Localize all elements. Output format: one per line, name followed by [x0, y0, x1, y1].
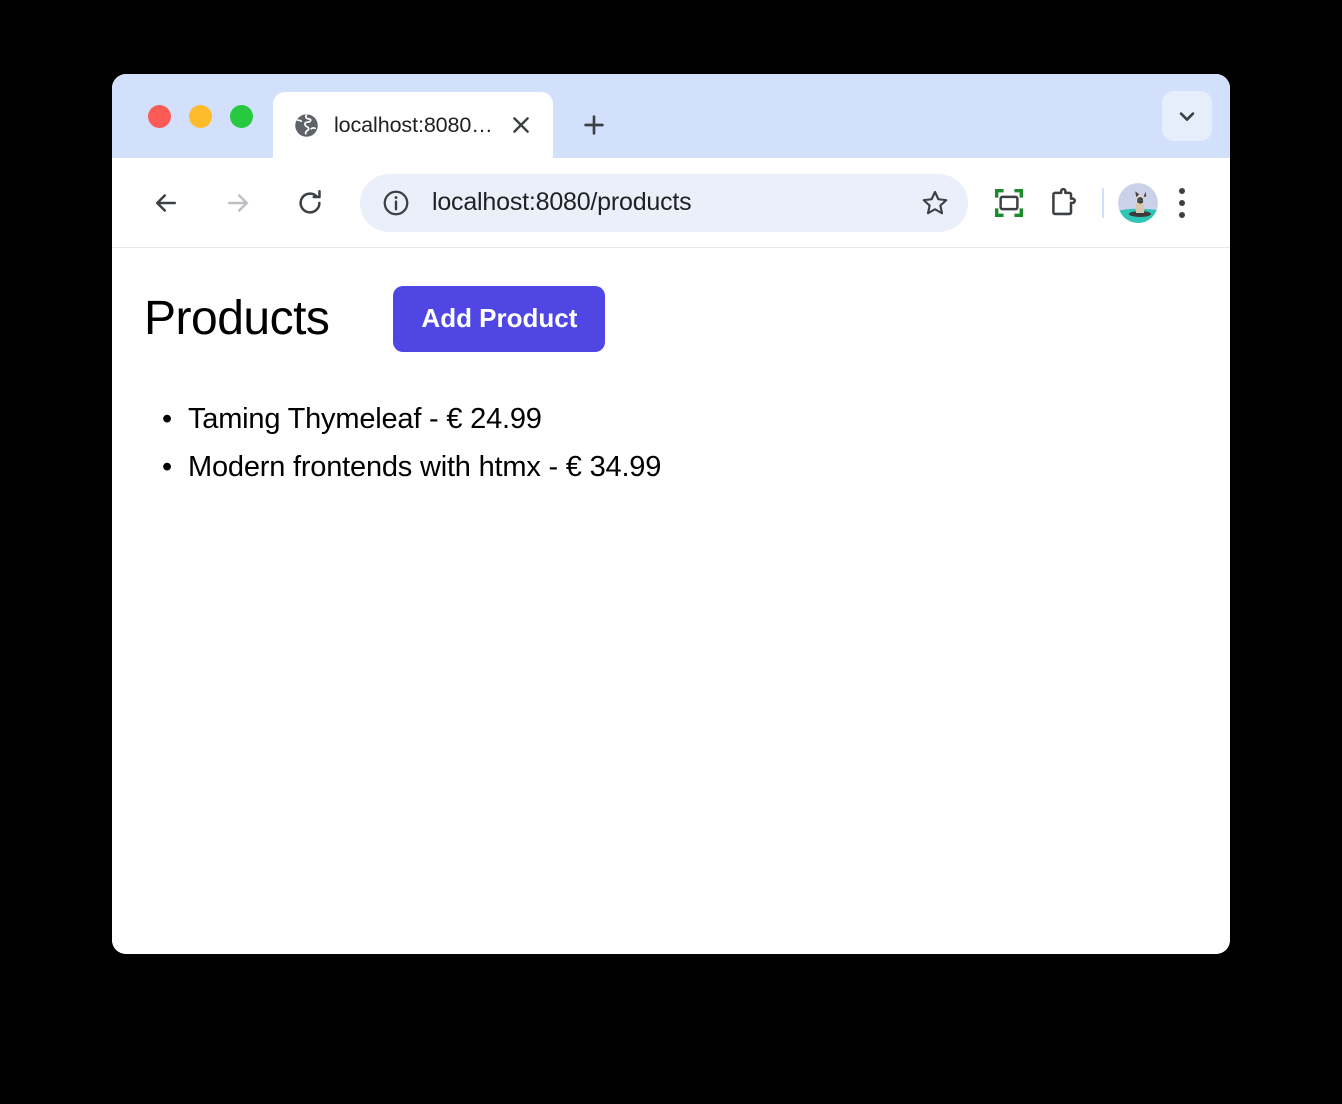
minimize-window-button[interactable] [189, 104, 212, 128]
reload-button[interactable] [284, 177, 336, 229]
browser-toolbar: localhost:8080/products [112, 158, 1230, 248]
tab-strip: localhost:8080/products [112, 74, 1230, 158]
puzzle-piece-icon [1052, 187, 1076, 215]
tab-search-button[interactable] [1162, 91, 1212, 141]
screen-capture-icon [994, 188, 1024, 217]
page-header: Products Add Product [144, 286, 1198, 352]
page-content: Products Add Product Taming Thymeleaf - … [112, 248, 1230, 954]
toolbar-actions [984, 178, 1202, 228]
three-dot-menu-icon[interactable] [1162, 178, 1202, 228]
bookmark-star-icon[interactable] [912, 180, 958, 226]
extensions-button[interactable] [1038, 178, 1088, 228]
forward-arrow-icon [228, 193, 248, 212]
close-tab-button[interactable] [507, 111, 535, 139]
cat-avatar[interactable] [1118, 182, 1158, 223]
list-item: Modern frontends with htmx - € 34.99 [162, 444, 1198, 492]
tab-title: localhost:8080/products [334, 112, 493, 137]
new-tab-button[interactable] [571, 102, 617, 148]
navigation-buttons [140, 177, 336, 229]
browser-window: localhost:8080/products [112, 74, 1230, 954]
window-controls [112, 74, 273, 158]
back-arrow-icon [156, 193, 176, 212]
globe-icon [293, 112, 320, 139]
forward-button[interactable] [212, 177, 264, 229]
list-item: Taming Thymeleaf - € 24.99 [162, 396, 1198, 444]
product-list: Taming Thymeleaf - € 24.99 Modern fronte… [144, 396, 1198, 492]
address-bar-url[interactable]: localhost:8080/products [432, 188, 912, 217]
address-bar[interactable]: localhost:8080/products [360, 173, 968, 232]
screen-capture-button[interactable] [984, 178, 1034, 228]
chevron-down-icon [1179, 112, 1195, 121]
browser-tab-active[interactable]: localhost:8080/products [273, 92, 553, 158]
page-title: Products [144, 291, 330, 345]
close-window-button[interactable] [148, 104, 171, 128]
back-button[interactable] [140, 177, 192, 229]
maximize-window-button[interactable] [230, 104, 253, 128]
reload-icon [299, 189, 321, 214]
toolbar-divider [1102, 187, 1104, 218]
add-product-button[interactable]: Add Product [393, 286, 606, 352]
info-circle-icon[interactable] [374, 181, 418, 225]
